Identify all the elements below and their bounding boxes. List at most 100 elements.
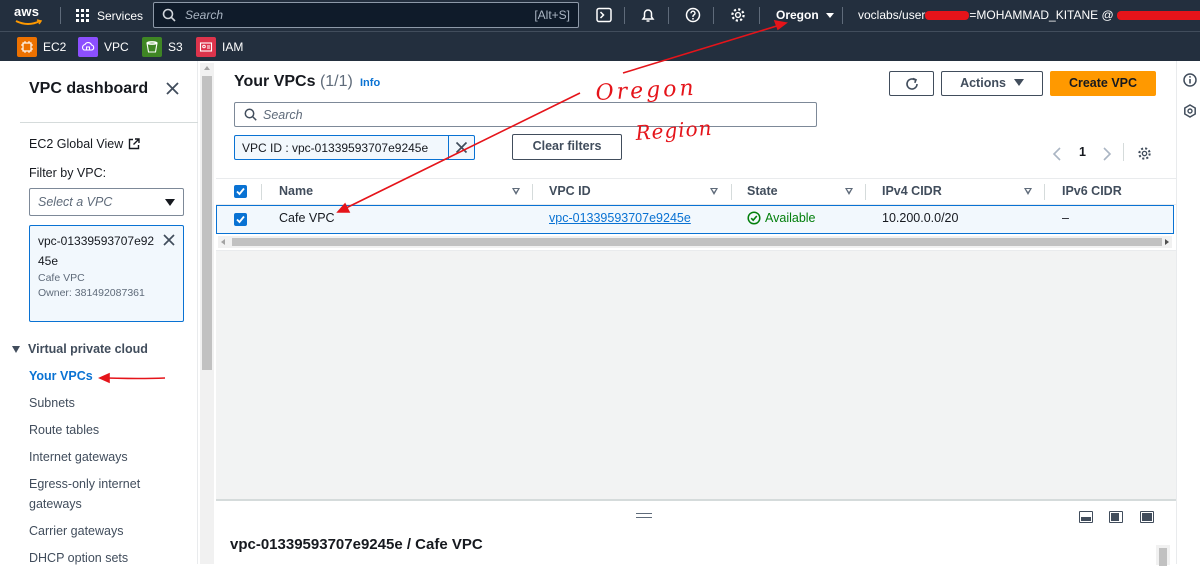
table-row[interactable]: Cafe VPC vpc-01339593707e9245e Available… (216, 205, 1174, 234)
topbar-divider (60, 7, 61, 24)
favorite-vpc[interactable]: VPC (78, 37, 129, 57)
aws-logo-text: aws (14, 4, 40, 19)
favorite-s3[interactable]: S3 (142, 37, 183, 57)
external-link-icon (129, 138, 140, 150)
favorite-ec2[interactable]: EC2 (17, 37, 66, 57)
details-title: vpc-01339593707e9245e / Cafe VPC (230, 536, 483, 553)
select-all-checkbox[interactable] (234, 185, 247, 198)
topbar-divider (713, 7, 714, 24)
row-checkbox[interactable] (234, 213, 247, 226)
table-search-input[interactable]: Search (234, 102, 817, 127)
help-icon[interactable] (685, 7, 701, 23)
filter-token: VPC ID : vpc-01339593707e9245e (234, 135, 475, 160)
cell-state: Available (747, 211, 816, 225)
sort-icon[interactable] (710, 188, 718, 195)
scrollbar-thumb[interactable] (232, 238, 1162, 246)
info-icon[interactable] (1183, 73, 1197, 87)
sidebar-item-internet-gateways[interactable]: Internet gateways (29, 450, 128, 464)
gear-icon[interactable] (1137, 146, 1152, 161)
scrollbar-thumb[interactable] (1159, 548, 1167, 566)
panel-scrollbar[interactable] (1156, 545, 1170, 566)
account-menu[interactable]: voclabs/user =MOHAMMAD_KITANE @ (858, 8, 1200, 22)
main-content: Your VPCs (1/1) Info Actions Create VPC … (216, 61, 1176, 566)
current-page[interactable]: 1 (1079, 145, 1086, 159)
services-menu-button[interactable]: Services (76, 7, 143, 24)
column-header-state[interactable]: State (747, 184, 778, 198)
vpc-filter-select[interactable]: Select a VPC (29, 188, 184, 216)
settings-hexagon-icon[interactable] (1183, 104, 1197, 118)
section-virtual-private-cloud[interactable]: Virtual private cloud (12, 342, 148, 356)
region-selector[interactable]: Oregon (776, 8, 835, 22)
remove-token-icon[interactable] (163, 234, 175, 246)
ec2-global-view-link[interactable]: EC2 Global View (29, 137, 140, 151)
favorite-label: S3 (168, 40, 183, 54)
page-title-text: Your VPCs (234, 73, 316, 90)
favorite-label: IAM (222, 40, 244, 54)
sort-icon[interactable] (845, 188, 853, 195)
top-navigation-bar: aws Services Search [Alt+S] Oregon vocla… (0, 0, 1200, 31)
caret-down-icon (12, 345, 20, 353)
chevron-right-icon[interactable] (1102, 147, 1112, 161)
column-divider (532, 184, 533, 200)
bell-icon[interactable] (640, 7, 656, 23)
refresh-button[interactable] (889, 71, 934, 96)
details-split-panel: vpc-01339593707e9245e / Cafe VPC (216, 500, 1176, 566)
aws-logo[interactable]: aws (14, 4, 46, 26)
chevron-left-icon[interactable] (1052, 147, 1062, 161)
actions-label: Actions (960, 76, 1006, 90)
token-owner: Owner: 381492087361 (38, 287, 145, 299)
column-header-name[interactable]: Name (279, 184, 313, 198)
drag-handle-icon[interactable] (636, 513, 652, 518)
scrollbar-thumb[interactable] (202, 76, 212, 370)
column-divider (261, 184, 262, 200)
filter-token-label: VPC ID : vpc-01339593707e9245e (242, 141, 429, 155)
sidebar-item-your-vpcs[interactable]: Your VPCs (29, 369, 93, 383)
actions-button[interactable]: Actions (941, 71, 1043, 96)
cloudshell-icon[interactable] (596, 7, 612, 23)
close-icon[interactable] (165, 81, 180, 96)
clear-filters-button[interactable]: Clear filters (512, 134, 622, 160)
sidebar-item-subnets[interactable]: Subnets (29, 396, 75, 410)
redaction-mark (925, 11, 970, 21)
account-prefix: voclabs/user (858, 8, 926, 22)
filter-by-vpc-label: Filter by VPC: (29, 166, 107, 180)
sort-icon[interactable] (1024, 188, 1032, 195)
sort-icon[interactable] (512, 188, 520, 195)
column-header-vpc-id[interactable]: VPC ID (549, 184, 591, 198)
panel-full-icon[interactable] (1140, 511, 1154, 523)
scroll-up-arrow-icon[interactable] (204, 66, 210, 70)
vpc-icon (78, 37, 98, 57)
favorite-label: EC2 (43, 40, 67, 54)
gear-icon[interactable] (730, 7, 746, 23)
cell-name: Cafe VPC (279, 211, 335, 225)
state-text: Available (765, 211, 816, 225)
sidebar-title[interactable]: VPC dashboard (29, 80, 148, 98)
scroll-left-arrow-icon[interactable] (221, 239, 225, 245)
sidebar-item-route-tables[interactable]: Route tables (29, 423, 99, 437)
info-link[interactable]: Info (360, 77, 380, 89)
sidebar-item-dhcp-option-sets[interactable]: DHCP option sets (29, 551, 128, 565)
table-horizontal-scrollbar[interactable] (218, 236, 1172, 248)
panel-side-icon[interactable] (1109, 511, 1123, 523)
topbar-divider (759, 7, 760, 24)
panel-bottom-icon[interactable] (1079, 511, 1093, 523)
column-header-ipv4-cidr[interactable]: IPv4 CIDR (882, 184, 942, 198)
vpc-filter-placeholder: Select a VPC (38, 195, 113, 209)
create-vpc-button[interactable]: Create VPC (1050, 71, 1156, 96)
cell-vpc-id-link[interactable]: vpc-01339593707e9245e (549, 211, 691, 225)
sidebar-scrollbar[interactable] (200, 63, 214, 564)
sidebar-item-carrier-gateways[interactable]: Carrier gateways (29, 524, 123, 538)
iam-icon (196, 37, 216, 57)
scroll-right-arrow-icon[interactable] (1165, 239, 1169, 245)
account-name: =MOHAMMAD_KITANE @ (969, 8, 1114, 22)
favorite-label: VPC (104, 40, 129, 54)
services-label: Services (97, 8, 144, 23)
sidebar-item-egress-only-internet-gateways[interactable]: Egress-only internet gateways (29, 474, 154, 514)
remove-filter-icon[interactable] (455, 141, 468, 154)
table-header: Name VPC ID State IPv4 CIDR IPv6 CIDR (216, 178, 1176, 205)
column-divider (731, 184, 732, 200)
ec2-icon (17, 37, 37, 57)
column-header-ipv6-cidr[interactable]: IPv6 CIDR (1062, 184, 1122, 198)
global-search-input[interactable]: Search [Alt+S] (153, 2, 579, 28)
favorite-iam[interactable]: IAM (196, 37, 243, 57)
